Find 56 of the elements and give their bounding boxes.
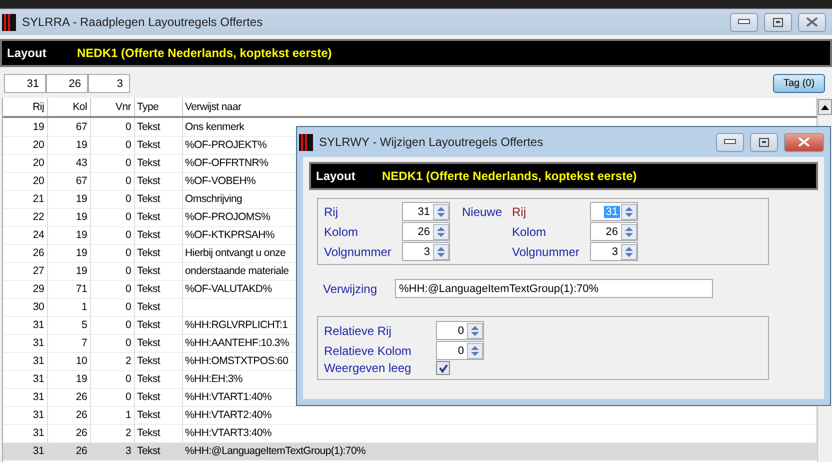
spin-field[interactable]: 3	[402, 242, 450, 261]
close-button[interactable]	[784, 132, 824, 152]
field-label: Kolom	[512, 224, 548, 238]
maximize-icon	[759, 138, 769, 146]
spin-field[interactable]: 26	[590, 222, 638, 241]
close-icon	[806, 17, 818, 27]
spin-arrows-icon[interactable]	[621, 204, 637, 220]
spin-arrows-icon[interactable]	[621, 244, 637, 260]
layout-label: Layout	[6, 46, 48, 60]
field-label: Volgnummer	[324, 244, 392, 258]
spin-field[interactable]: 26	[402, 222, 450, 241]
close-icon	[798, 137, 810, 147]
app-icon	[299, 134, 313, 150]
tag-button[interactable]: Tag (0)	[773, 74, 825, 93]
field-label: Volgnummer	[512, 244, 580, 258]
window-title: SYLRRA - Raadplegen Layoutregels Offertes	[22, 15, 264, 29]
app-icon	[2, 14, 16, 30]
column-header[interactable]: Kol	[48, 98, 91, 116]
field-label: Kolom	[324, 224, 360, 238]
spin-arrows-icon[interactable]	[433, 224, 449, 240]
minimize-button[interactable]	[716, 132, 744, 152]
table-cell: 26	[48, 442, 91, 461]
table-cell: Tekst	[135, 442, 183, 461]
spin-arrows-icon[interactable]	[621, 224, 637, 240]
up-arrow-icon	[821, 104, 829, 110]
check-icon	[438, 364, 448, 372]
layout-value: NEDK1 (Offerte Nederlands, koptekst eerste)	[77, 46, 332, 60]
spin-field[interactable]: 31	[402, 202, 450, 221]
filter-field[interactable]: 26	[46, 74, 88, 93]
maximize-icon	[773, 18, 783, 26]
reference-field[interactable]: %HH:@LanguageItemTextGroup(1):70%	[395, 279, 714, 298]
table-cell: 31	[3, 442, 48, 461]
filter-field[interactable]: 31	[4, 74, 46, 93]
table-cell: 3	[91, 442, 135, 461]
checkbox[interactable]	[436, 361, 450, 375]
dialog-title: SYLRWY - Wijzigen Layoutregels Offertes	[319, 135, 544, 149]
minimize-button[interactable]	[730, 12, 758, 32]
reference-label: Verwijzing	[323, 282, 378, 296]
spin-arrows-icon[interactable]	[467, 322, 483, 338]
scroll-up-button[interactable]	[818, 99, 832, 115]
minimize-icon	[738, 19, 750, 25]
column-header[interactable]: Type	[135, 98, 183, 116]
column-header[interactable]: Rij	[3, 98, 48, 116]
filter-field[interactable]: 3	[88, 74, 130, 93]
spin-arrows-icon[interactable]	[467, 342, 483, 358]
spin-arrows-icon[interactable]	[433, 204, 449, 220]
table-cell: %HH:@LanguageItemTextGroup(1):70%	[183, 442, 817, 461]
spin-field[interactable]: 3	[590, 242, 638, 261]
close-button[interactable]	[798, 12, 826, 32]
spin-field[interactable]: 0	[436, 341, 484, 360]
column-header[interactable]: Vnr	[91, 98, 135, 116]
spin-field[interactable]: 0	[436, 321, 484, 340]
maximize-button[interactable]	[750, 132, 778, 152]
maximize-button[interactable]	[764, 12, 792, 32]
minimize-icon	[724, 139, 736, 145]
spin-arrows-icon[interactable]	[433, 244, 449, 260]
